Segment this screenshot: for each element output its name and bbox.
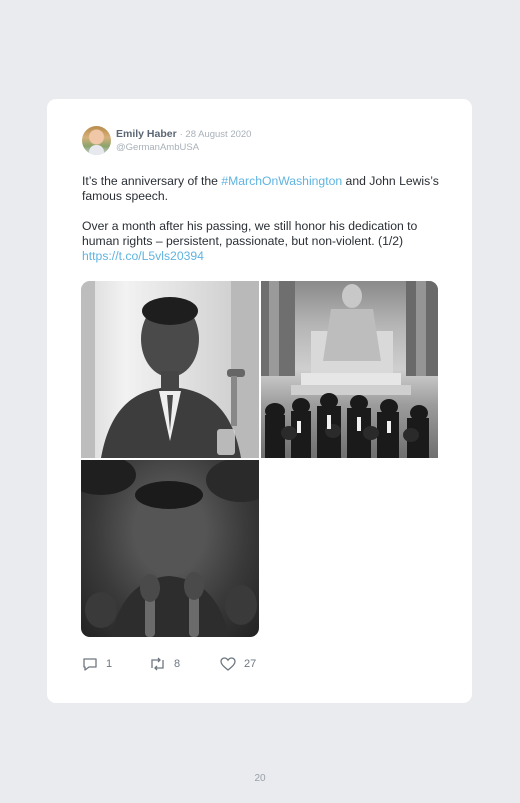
author-handle[interactable]: @GermanAmbUSA (116, 142, 199, 153)
reply-action[interactable]: 1 (82, 657, 112, 671)
author-name[interactable]: Emily Haber (116, 128, 177, 140)
paragraph-1: It’s the anniversary of the #MarchOnWash… (82, 174, 442, 204)
hashtag-link[interactable]: #MarchOnWashington (221, 174, 342, 188)
tweet-date[interactable]: · 28 August 2020 (180, 129, 252, 140)
reply-count: 1 (106, 658, 113, 670)
like-icon (220, 657, 236, 671)
paragraph-2: Over a month after his passing, we still… (82, 219, 442, 264)
reply-icon (83, 658, 97, 671)
page-number: 20 (254, 773, 266, 784)
avatar[interactable] (82, 126, 111, 155)
text-segment: It’s the anniversary of the (82, 174, 222, 188)
portrait-illustration (81, 281, 259, 458)
photo-lincoln-memorial[interactable] (261, 281, 438, 458)
speech-illustration (81, 460, 259, 637)
like-count: 27 (244, 658, 257, 670)
tweet-card: Emily Haber · 28 August 2020 @GermanAmbU… (47, 99, 472, 703)
tweet-text: It’s the anniversary of the #MarchOnWash… (82, 174, 442, 279)
retweet-count: 8 (174, 658, 181, 670)
like-action[interactable]: 27 (220, 657, 256, 671)
photo-portrait[interactable] (81, 281, 259, 458)
photo-speech[interactable] (81, 460, 259, 637)
text-segment: Over a month after his passing, we still… (82, 219, 418, 248)
name-line: Emily Haber · 28 August 2020 (116, 128, 251, 140)
retweet-icon (151, 657, 164, 671)
tweet-link[interactable]: https://t.co/L5vls20394 (82, 249, 204, 263)
memorial-illustration (261, 281, 438, 458)
retweet-action[interactable]: 8 (149, 657, 180, 671)
